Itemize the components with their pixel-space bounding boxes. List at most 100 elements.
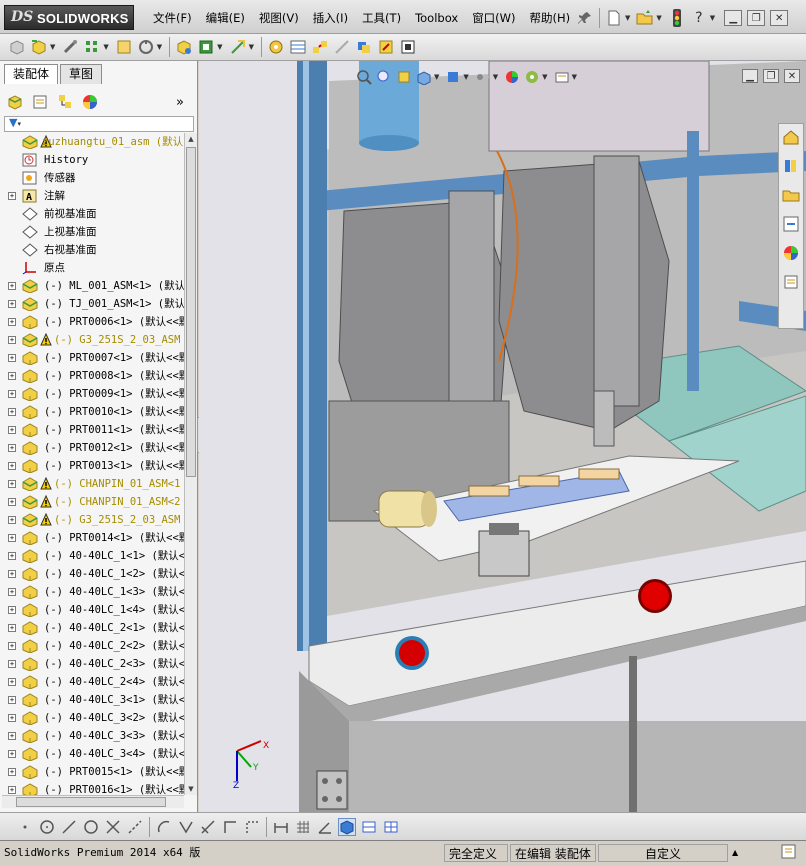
fillet-icon[interactable] [243, 818, 261, 836]
menu-view[interactable]: 视图(V) [252, 9, 306, 27]
3d-model-view[interactable] [199, 61, 806, 812]
expand-toggle-icon[interactable]: + [8, 192, 16, 200]
view-palette-icon[interactable] [781, 214, 801, 234]
view-orientation-icon[interactable] [444, 68, 462, 86]
tree-item[interactable]: + (-) CHANPIN_01_ASM<2 [2, 493, 184, 511]
chevron-down-icon[interactable]: ▼ [217, 43, 222, 51]
menu-help[interactable]: 帮助(H) [523, 9, 578, 27]
filter-icon[interactable]: ▼▾ [9, 116, 21, 129]
restore-button[interactable]: ❐ [763, 69, 779, 83]
offset-entities-icon[interactable] [155, 818, 173, 836]
tree-item[interactable]: + A 注解 [2, 187, 184, 205]
point-icon[interactable] [16, 818, 34, 836]
scroll-down-arrow-icon[interactable]: ▼ [185, 783, 197, 795]
convert-entities-icon[interactable] [199, 818, 217, 836]
expand-toggle-icon[interactable]: + [8, 480, 16, 488]
tree-item[interactable]: + (-) 40-40LC_3<4> (默认< [2, 745, 184, 763]
expand-toggle-icon[interactable]: + [8, 498, 16, 506]
tree-item[interactable]: zuzhuangtu_01_asm (默认 [2, 133, 184, 151]
expand-toggle-icon[interactable]: + [8, 516, 16, 524]
new-document-icon[interactable] [604, 8, 624, 28]
tree-item[interactable]: + (-) 40-40LC_1<1> (默认< [2, 547, 184, 565]
expand-toggle-icon[interactable]: + [8, 750, 16, 758]
tree-item[interactable]: 上视基准面 [2, 223, 184, 241]
polygon-icon[interactable] [82, 818, 100, 836]
mirror-entities-icon[interactable] [177, 818, 195, 836]
previous-view-icon[interactable] [395, 68, 413, 86]
tree-item[interactable]: + (-) PRT0013<1> (默认<<默 [2, 457, 184, 475]
tree-item[interactable]: 原点 [2, 259, 184, 277]
tree-item[interactable]: + (-) PRT0008<1> (默认<<默 [2, 367, 184, 385]
tree-item[interactable]: + (-) 40-40LC_2<3> (默认< [2, 655, 184, 673]
design-library-icon[interactable] [781, 156, 801, 176]
tree-horizontal-scrollbar[interactable] [2, 795, 184, 808]
help-question-icon[interactable]: ? [689, 8, 709, 28]
apply-scene-icon[interactable] [523, 68, 541, 86]
clearance-verification-icon[interactable] [377, 38, 395, 56]
tree-item[interactable]: + (-) ML_001_ASM<1> (默认 [2, 277, 184, 295]
centerline-icon[interactable] [126, 818, 144, 836]
tree-item[interactable]: + (-) PRT0010<1> (默认<<默 [2, 403, 184, 421]
menu-insert[interactable]: 插入(I) [306, 9, 355, 27]
help-tooltip-icon[interactable] [780, 843, 798, 861]
view-settings-icon[interactable] [553, 68, 571, 86]
chevron-down-icon[interactable]: ▼ [50, 43, 55, 51]
expand-toggle-icon[interactable]: + [8, 444, 16, 452]
tree-item[interactable]: + (-) PRT0007<1> (默认<<默 [2, 349, 184, 367]
circle-icon[interactable] [38, 818, 56, 836]
scroll-thumb[interactable] [16, 797, 166, 807]
tree-item[interactable]: 前视基准面 [2, 205, 184, 223]
smart-dimension-icon[interactable] [272, 818, 290, 836]
tree-item[interactable]: + (-) G3_251S_2_03_ASM [2, 331, 184, 349]
tree-item[interactable]: + (-) PRT0011<1> (默认<<默 [2, 421, 184, 439]
instant3d-icon[interactable] [399, 38, 417, 56]
new-motion-study-icon[interactable] [267, 38, 285, 56]
scroll-up-arrow-icon[interactable]: ▲ [185, 133, 197, 145]
chevron-down-icon[interactable]: ▼ [463, 73, 468, 81]
expand-toggle-icon[interactable]: + [8, 732, 16, 740]
tree-item[interactable]: + (-) 40-40LC_1<4> (默认< [2, 601, 184, 619]
feature-manager-tree-icon[interactable] [5, 92, 25, 112]
menu-window[interactable]: 窗口(W) [465, 9, 522, 27]
section-view-icon[interactable] [415, 68, 433, 86]
expand-toggle-icon[interactable]: + [8, 372, 16, 380]
edit-component-icon[interactable] [8, 38, 26, 56]
file-explorer-icon[interactable] [781, 185, 801, 205]
expand-toggle-icon[interactable]: + [8, 408, 16, 416]
edit-appearance-icon[interactable] [503, 68, 521, 86]
linear-pattern-icon[interactable] [83, 38, 101, 56]
chevron-down-icon[interactable]: ▼ [625, 14, 630, 22]
expand-toggle-icon[interactable]: + [8, 390, 16, 398]
expand-toggle-icon[interactable]: + [8, 786, 16, 794]
expand-toggle-icon[interactable]: + [8, 552, 16, 560]
close-button[interactable]: ✕ [784, 69, 800, 83]
explode-line-sketch-icon[interactable] [333, 38, 351, 56]
tree-item[interactable]: + (-) 40-40LC_1<2> (默认< [2, 565, 184, 583]
tab-assembly[interactable]: 装配体 [4, 64, 59, 84]
interference-detection-icon[interactable] [355, 38, 373, 56]
rebuild-traffic-light-icon[interactable] [667, 8, 687, 28]
tree-item[interactable]: + (-) 40-40LC_3<1> (默认< [2, 691, 184, 709]
expand-toggle-icon[interactable]: + [8, 300, 16, 308]
expand-toggle-icon[interactable]: + [8, 534, 16, 542]
tree-item[interactable]: + (-) 40-40LC_2<4> (默认< [2, 673, 184, 691]
bill-of-materials-icon[interactable] [289, 38, 307, 56]
chevron-down-icon[interactable]: ▼ [710, 14, 715, 22]
expand-toggle-icon[interactable]: + [8, 714, 16, 722]
expand-toggle-icon[interactable]: + [8, 624, 16, 632]
tree-item[interactable]: 传感器 [2, 169, 184, 187]
chevron-down-icon[interactable]: ▼ [103, 43, 108, 51]
angle-icon[interactable] [316, 818, 334, 836]
tree-item[interactable]: + (-) CHANPIN_01_ASM<1 [2, 475, 184, 493]
insert-component-icon[interactable] [30, 38, 48, 56]
solidworks-logo[interactable]: DS SOLIDWORKS [4, 5, 134, 30]
expand-toggle-icon[interactable]: + [8, 462, 16, 470]
corner-rectangle-icon[interactable] [221, 818, 239, 836]
expand-toggle-icon[interactable]: + [8, 318, 16, 326]
menu-edit[interactable]: 编辑(E) [199, 9, 252, 27]
expand-toggle-icon[interactable]: + [8, 768, 16, 776]
expand-toggle-icon[interactable]: + [8, 696, 16, 704]
reference-geometry-icon[interactable] [229, 38, 247, 56]
assembly-features-icon[interactable] [197, 38, 215, 56]
menu-toolbox[interactable]: Toolbox [408, 9, 465, 27]
